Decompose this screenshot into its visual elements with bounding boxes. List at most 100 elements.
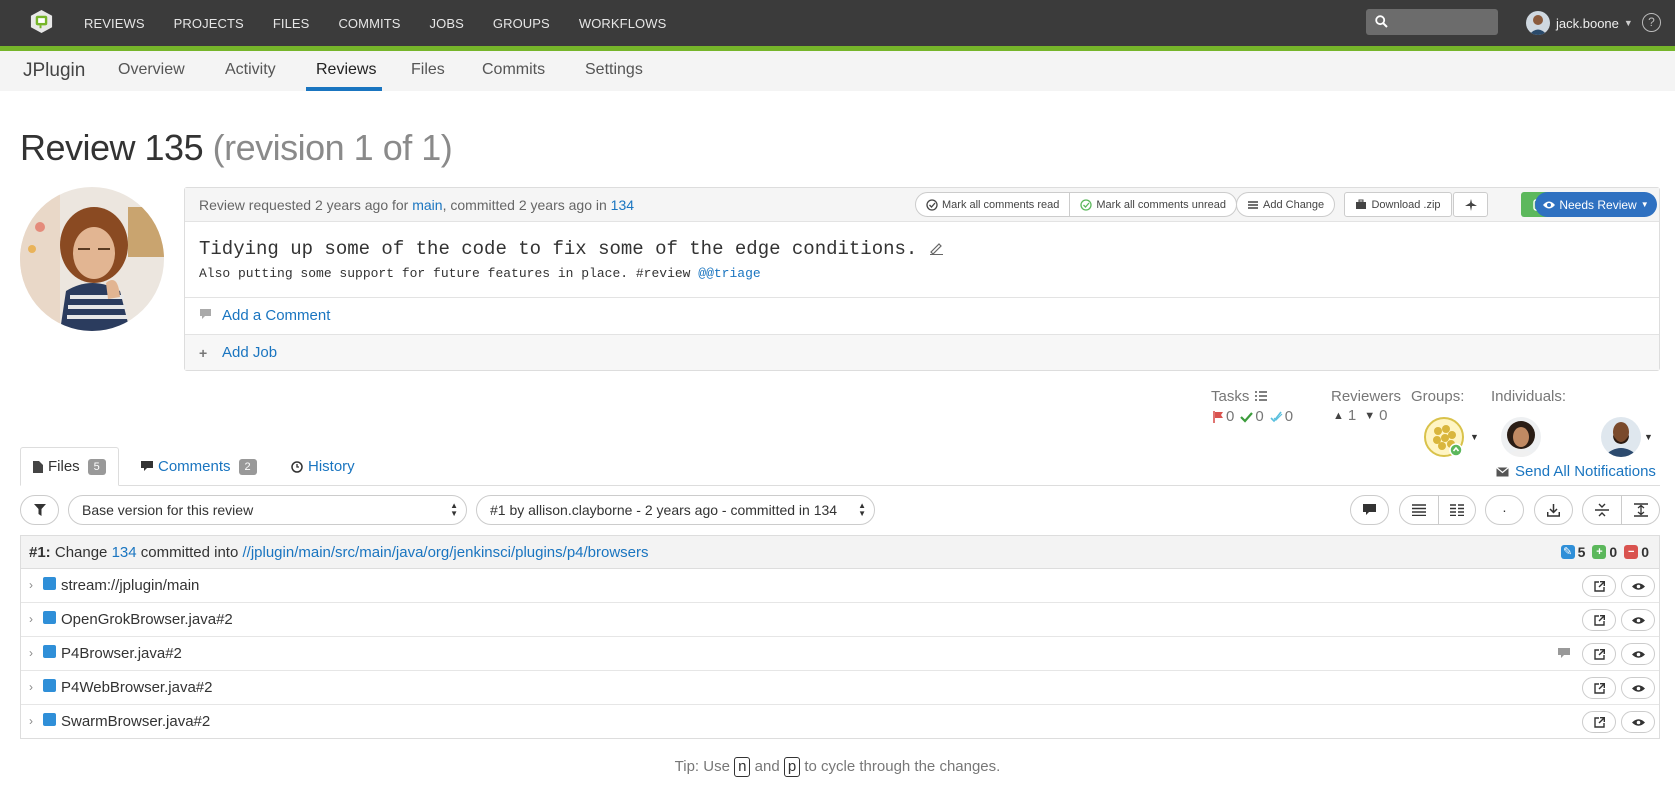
collapse-all-button[interactable] xyxy=(1583,496,1621,524)
side-by-side-diff-button[interactable] xyxy=(1437,496,1476,524)
add-comment-row[interactable]: Add a Comment xyxy=(185,297,1659,333)
tab-settings[interactable]: Settings xyxy=(585,61,643,79)
mark-reviewed-button[interactable] xyxy=(1621,643,1655,665)
external-link-icon xyxy=(1593,682,1605,694)
caret-down-icon: ▼ xyxy=(1623,18,1633,28)
file-row[interactable]: › P4WebBrowser.java#2 xyxy=(21,671,1659,705)
chevron-right-icon[interactable]: › xyxy=(29,612,33,626)
tab-history[interactable]: History xyxy=(291,447,355,486)
nav-groups[interactable]: GROUPS xyxy=(493,16,550,31)
send-all-notifications-link[interactable]: Send All Notifications xyxy=(1496,463,1656,480)
help-icon[interactable]: ? xyxy=(1642,13,1661,32)
description-body: Also putting some support for future fea… xyxy=(199,266,761,281)
change-file-list: #1: Change 134 committed into //jplugin/… xyxy=(20,535,1660,739)
history-tab-label: History xyxy=(308,458,355,475)
add-job-row[interactable]: + Add Job xyxy=(185,334,1659,370)
caret-down-icon: ▼ xyxy=(1640,200,1649,209)
files-tab-label: Files xyxy=(48,458,80,475)
comments-tab-label: Comments xyxy=(158,458,231,475)
edit-file-icon xyxy=(43,577,56,590)
nav-commits[interactable]: COMMITS xyxy=(338,16,400,31)
file-name[interactable]: P4Browser.java#2 xyxy=(61,645,182,662)
tab-comments[interactable]: Comments 2 xyxy=(141,447,257,486)
file-name[interactable]: stream://jplugin/main xyxy=(61,577,199,594)
open-file-button[interactable] xyxy=(1582,711,1616,733)
tab-reviews[interactable]: Reviews xyxy=(316,61,376,79)
mark-all-unread-button[interactable]: Mark all comments unread xyxy=(1069,193,1236,216)
file-row[interactable]: › P4Browser.java#2 xyxy=(21,637,1659,671)
review-header: Review requested 2 years ago for main, c… xyxy=(185,188,1659,222)
author-avatar[interactable] xyxy=(20,187,164,331)
plane-button[interactable] xyxy=(1453,192,1488,217)
depot-path-link[interactable]: //jplugin/main/src/main/java/org/jenkins… xyxy=(243,544,649,561)
tab-activity[interactable]: Activity xyxy=(225,61,276,79)
chevron-right-icon[interactable]: › xyxy=(29,578,33,592)
reviewer-avatar-1[interactable] xyxy=(1501,417,1541,457)
open-file-button[interactable] xyxy=(1582,643,1616,665)
nav-files[interactable]: FILES xyxy=(273,16,310,31)
file-row[interactable]: › stream://jplugin/main xyxy=(21,569,1659,603)
user-avatar xyxy=(1526,11,1550,35)
comment-icon xyxy=(200,309,211,319)
swarm-logo-icon[interactable] xyxy=(29,9,54,34)
tab-files[interactable]: Files xyxy=(411,61,445,79)
show-whitespace-button[interactable]: · xyxy=(1485,495,1524,525)
nav-jobs[interactable]: JOBS xyxy=(430,16,464,31)
chevron-right-icon[interactable]: › xyxy=(29,680,33,694)
expand-all-button[interactable] xyxy=(1621,496,1659,524)
revision-label: (revision 1 of 1) xyxy=(212,127,453,168)
check-circle-icon xyxy=(1080,198,1093,211)
toggle-comments-button[interactable] xyxy=(1350,495,1389,525)
caret-down-icon[interactable]: ▼ xyxy=(1644,432,1653,442)
briefcase-icon xyxy=(1356,199,1367,209)
reviewer-avatar-2[interactable] xyxy=(1601,417,1641,457)
open-file-button[interactable] xyxy=(1582,677,1616,699)
plane-icon xyxy=(1464,198,1477,211)
file-name[interactable]: P4WebBrowser.java#2 xyxy=(61,679,212,696)
target-version-select[interactable]: #1 by allison.clayborne - 2 years ago - … xyxy=(476,495,875,525)
change-number-link[interactable]: 134 xyxy=(112,544,137,561)
open-file-button[interactable] xyxy=(1582,609,1616,631)
plus-icon: + xyxy=(199,345,208,361)
group-reviewer-avatar[interactable] xyxy=(1424,417,1466,459)
tab-files-list[interactable]: Files 5 xyxy=(20,447,119,486)
file-name[interactable]: OpenGrokBrowser.java#2 xyxy=(61,611,233,628)
caret-down-icon[interactable]: ▼ xyxy=(1470,432,1479,442)
list-icon[interactable] xyxy=(1254,390,1267,402)
filter-button[interactable] xyxy=(20,495,59,525)
file-name[interactable]: SwarmBrowser.java#2 xyxy=(61,713,210,730)
chevron-right-icon[interactable]: › xyxy=(29,646,33,660)
project-name[interactable]: JPlugin xyxy=(23,60,85,82)
change-link[interactable]: 134 xyxy=(611,197,634,213)
mark-reviewed-button[interactable] xyxy=(1621,711,1655,733)
file-icon xyxy=(33,460,43,473)
vote-up-count: 1 xyxy=(1347,407,1357,424)
mark-all-read-button[interactable]: Mark all comments read xyxy=(916,193,1069,216)
search-input[interactable] xyxy=(1366,9,1498,35)
mark-reviewed-button[interactable] xyxy=(1621,609,1655,631)
open-file-button[interactable] xyxy=(1582,575,1616,597)
mark-reviewed-button[interactable] xyxy=(1621,575,1655,597)
user-menu[interactable]: jack.boone ▼ xyxy=(1526,10,1633,36)
page-title: Review 135 (revision 1 of 1) xyxy=(20,127,453,169)
base-version-select[interactable]: Base version for this review ▲ ▼ xyxy=(68,495,467,525)
mention-link[interactable]: @@triage xyxy=(698,266,760,281)
nav-reviews[interactable]: REVIEWS xyxy=(84,16,145,31)
tab-commits[interactable]: Commits xyxy=(482,61,545,79)
download-zip-button[interactable]: Download .zip xyxy=(1344,192,1452,217)
tip-and: and xyxy=(754,758,780,775)
file-row[interactable]: › SwarmBrowser.java#2 xyxy=(21,705,1659,739)
nav-projects[interactable]: PROJECTS xyxy=(174,16,244,31)
nav-workflows[interactable]: WORKFLOWS xyxy=(579,16,667,31)
review-state-button[interactable]: Needs Review ▼ xyxy=(1535,192,1657,217)
download-diff-button[interactable] xyxy=(1534,495,1573,525)
inline-diff-button[interactable] xyxy=(1400,496,1438,524)
stream-link[interactable]: main xyxy=(412,197,442,213)
file-row[interactable]: › OpenGrokBrowser.java#2 xyxy=(21,603,1659,637)
add-change-button[interactable]: Add Change xyxy=(1236,192,1336,217)
mark-reviewed-button[interactable] xyxy=(1621,677,1655,699)
edit-file-icon xyxy=(43,645,56,658)
tab-overview[interactable]: Overview xyxy=(118,61,185,79)
chevron-right-icon[interactable]: › xyxy=(29,714,33,728)
edit-pencil-icon[interactable] xyxy=(929,240,944,255)
